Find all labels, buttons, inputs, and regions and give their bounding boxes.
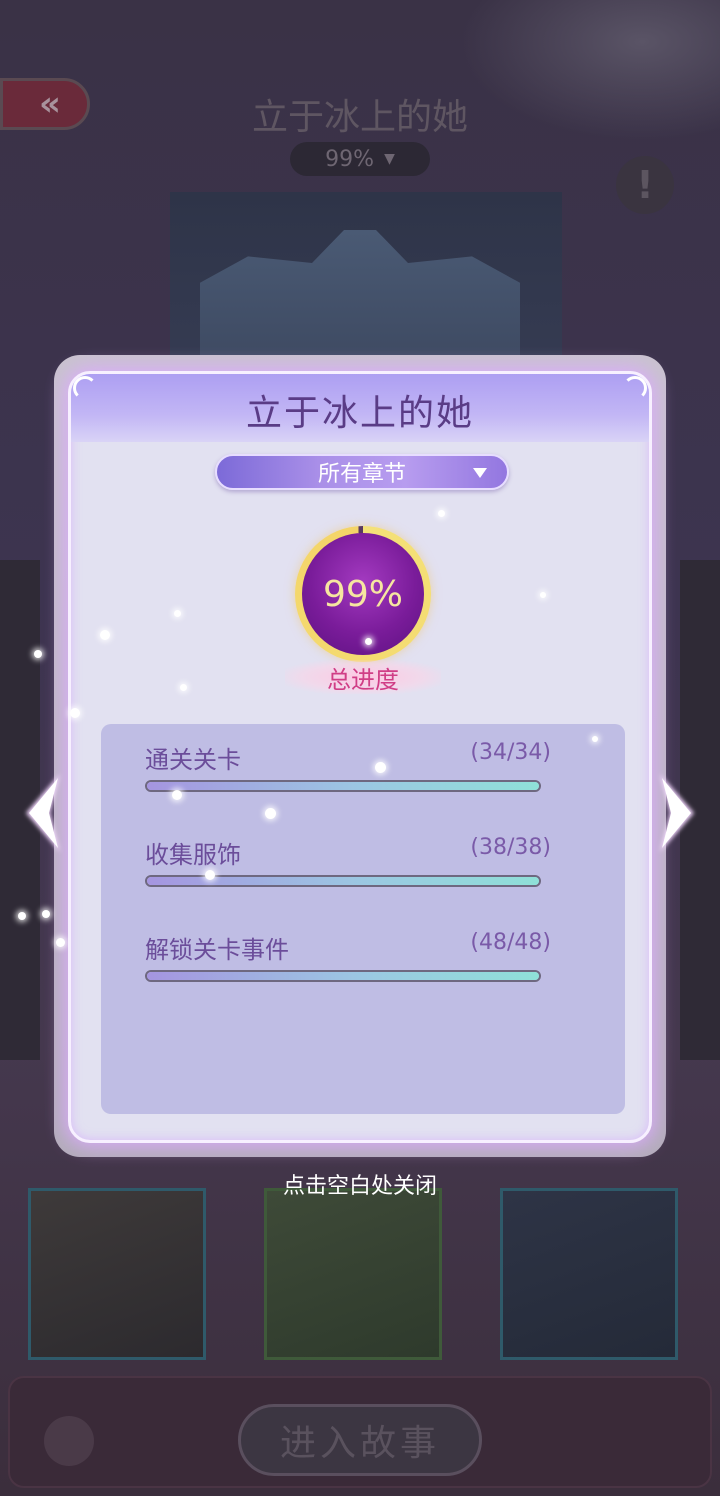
sparkle bbox=[70, 708, 80, 718]
total-progress-disc: 99% bbox=[302, 533, 424, 655]
stat-progress-bar bbox=[145, 970, 541, 982]
sparkle bbox=[180, 684, 187, 691]
total-progress-label: 总进度 bbox=[285, 660, 441, 694]
triangle-down-icon: ▼ bbox=[384, 151, 395, 167]
triangle-down-icon bbox=[473, 468, 487, 478]
sparkle bbox=[365, 638, 372, 645]
stats-panel: 通关关卡 (34/34) 收集服饰 (38/38) 解锁关卡事件 (48/48) bbox=[101, 724, 625, 1114]
stat-count: (34/34) bbox=[470, 740, 551, 765]
stat-count: (38/38) bbox=[470, 835, 551, 860]
sparkle bbox=[438, 510, 445, 517]
next-chapter-button[interactable] bbox=[656, 770, 700, 856]
chapter-card[interactable] bbox=[28, 1188, 206, 1360]
progress-dialog: 立于冰上的她 所有章节 99% 总进度 通关关卡 (34/34) 收集服饰 (3… bbox=[68, 371, 652, 1143]
sparkle bbox=[375, 762, 386, 773]
stat-label: 收集服饰 bbox=[145, 841, 241, 869]
chapter-card[interactable] bbox=[264, 1188, 442, 1360]
sparkle bbox=[592, 736, 598, 742]
prev-chapter-button[interactable] bbox=[20, 770, 64, 856]
stat-progress-fill bbox=[147, 782, 539, 790]
sparkle bbox=[18, 912, 26, 920]
chevron-right-icon bbox=[660, 774, 694, 852]
chapter-card[interactable] bbox=[500, 1188, 678, 1360]
chapter-selector[interactable]: 所有章节 bbox=[215, 454, 509, 490]
close-hint: 点击空白处关闭 bbox=[282, 1174, 437, 1199]
total-progress-value: 99% bbox=[322, 573, 403, 615]
sparkle bbox=[34, 650, 42, 658]
sparkle bbox=[42, 910, 50, 918]
enter-story-button[interactable]: 进入故事 bbox=[238, 1404, 482, 1476]
total-progress-ring: 99% bbox=[295, 526, 431, 662]
sparkle bbox=[205, 870, 215, 880]
book-icon[interactable] bbox=[44, 1416, 94, 1466]
sparkle bbox=[100, 630, 110, 640]
sparkle bbox=[174, 610, 181, 617]
story-title: 立于冰上的她 bbox=[251, 97, 468, 138]
chevron-left-icon bbox=[26, 774, 60, 852]
stat-progress-bar bbox=[145, 780, 541, 792]
exclamation-icon: ! bbox=[636, 163, 654, 207]
progress-dropdown[interactable]: 99% ▼ bbox=[290, 142, 430, 176]
info-button[interactable]: ! bbox=[616, 156, 674, 214]
stat-label: 通关关卡 bbox=[145, 746, 241, 774]
chapter-selector-label: 所有章节 bbox=[317, 462, 406, 487]
progress-dropdown-value: 99% bbox=[325, 146, 375, 172]
stat-count: (48/48) bbox=[470, 930, 551, 955]
sparkle bbox=[540, 592, 546, 598]
stat-label: 解锁关卡事件 bbox=[145, 936, 289, 964]
sparkle bbox=[56, 938, 65, 947]
dialog-title: 立于冰上的她 bbox=[245, 393, 474, 434]
sparkle bbox=[265, 808, 276, 819]
sparkle bbox=[172, 790, 182, 800]
stat-progress-fill bbox=[147, 972, 539, 980]
